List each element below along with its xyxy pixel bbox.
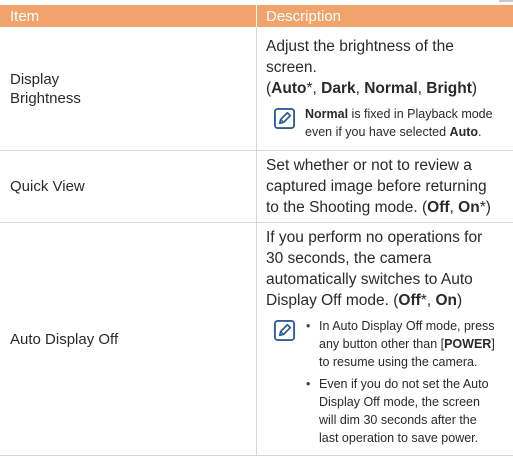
description-cell: Set whether or not to review a captured … — [257, 151, 513, 223]
note-box: Normal is fixed in Playback mode even if… — [266, 105, 499, 141]
item-cell: Quick View — [0, 151, 257, 223]
table-header-row: Item Description — [0, 5, 513, 27]
item-name: Brightness — [10, 90, 81, 107]
option-value: On — [458, 199, 480, 216]
option-value: Off — [427, 199, 449, 216]
item-cell: Display Brightness — [0, 27, 257, 151]
option-value: Dark — [321, 80, 355, 97]
option-value: Bright — [426, 80, 472, 97]
note-pencil-icon — [273, 319, 296, 342]
header-description: Description — [257, 5, 513, 27]
table-row: Auto Display Off If you perform no opera… — [0, 223, 513, 456]
note-box: In Auto Display Off mode, press any butt… — [266, 317, 499, 451]
note-text: Normal is fixed in Playback mode even if… — [305, 105, 499, 141]
note-bullet-list: In Auto Display Off mode, press any butt… — [305, 317, 499, 447]
item-name: Display — [10, 71, 59, 88]
page-top-rule — [0, 0, 513, 3]
settings-table: Item Description Display Brightness Adju… — [0, 5, 513, 456]
option-value: Off — [398, 292, 420, 309]
item-cell: Auto Display Off — [0, 223, 257, 456]
option-value: Normal — [364, 80, 417, 97]
description-text: If you perform no operations for 30 seco… — [266, 227, 499, 311]
item-name: Auto Display Off — [10, 331, 118, 348]
table-row: Quick View Set whether or not to review … — [0, 151, 513, 223]
description-sentence: Adjust the brightness of the screen. — [266, 38, 454, 76]
list-item: Even if you do not set the Auto Display … — [305, 375, 499, 447]
description-cell: If you perform no operations for 30 seco… — [257, 223, 513, 456]
note-pencil-icon — [273, 107, 296, 130]
description-text: Adjust the brightness of the screen. (Au… — [266, 36, 499, 99]
list-item: In Auto Display Off mode, press any butt… — [305, 317, 499, 371]
note-text: In Auto Display Off mode, press any butt… — [305, 317, 499, 451]
header-item: Item — [0, 5, 257, 27]
description-cell: Adjust the brightness of the screen. (Au… — [257, 27, 513, 151]
option-value: Auto — [271, 80, 306, 97]
table-row: Display Brightness Adjust the brightness… — [0, 27, 513, 151]
option-value: On — [435, 292, 457, 309]
item-name: Quick View — [10, 178, 85, 195]
